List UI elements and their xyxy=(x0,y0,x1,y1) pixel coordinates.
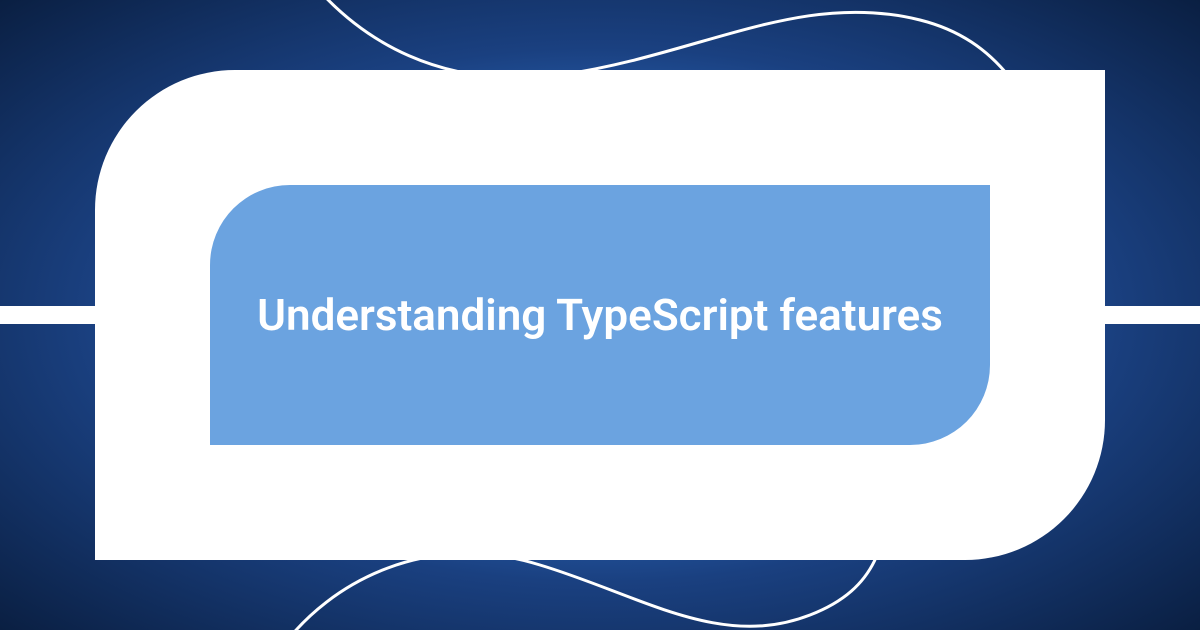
page-title: Understanding TypeScript features xyxy=(257,289,943,341)
title-panel: Understanding TypeScript features xyxy=(210,185,990,445)
logo-frame-shape: Understanding TypeScript features xyxy=(95,70,1105,560)
